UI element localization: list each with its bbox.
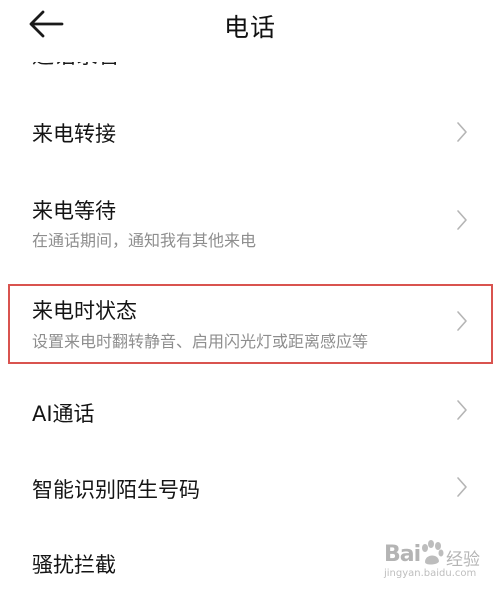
chevron-right-icon (457, 210, 467, 230)
settings-item-ai-call[interactable]: AI通话 (0, 378, 500, 442)
page-title: 电话 (223, 13, 276, 42)
settings-item-call-waiting[interactable]: 来电等待 在通话期间，通知我有其他来电 (0, 180, 500, 264)
watermark-name: 经验 (446, 550, 480, 570)
chevron-right-icon (457, 122, 467, 142)
chevron-right-icon (457, 400, 467, 420)
watermark-brand: Bai (384, 542, 421, 567)
scroll-mask (0, 50, 500, 62)
settings-item-label: AI通话 (32, 402, 95, 426)
settings-item-label: 来电转接 (32, 122, 116, 146)
settings-item-incoming-call-status[interactable]: 来电时状态 设置来电时翻转静音、启用闪光灯或距离感应等 (0, 284, 500, 364)
watermark-url: jingyan.baidu.com (384, 568, 477, 579)
header-bar: 电话 (0, 0, 500, 50)
paw-icon (422, 540, 444, 565)
settings-item-smart-caller-id[interactable]: 智能识别陌生号码 (0, 456, 500, 520)
settings-item-label: 来电时状态 (32, 299, 137, 323)
settings-item-description: 在通话期间，通知我有其他来电 (32, 231, 257, 250)
chevron-right-icon (457, 477, 467, 497)
chevron-right-icon (457, 311, 467, 331)
baidu-watermark: Bai 经验 jingyan.baidu.com (380, 538, 492, 586)
settings-item-label: 骚扰拦截 (32, 553, 116, 577)
settings-item-label: 智能识别陌生号码 (32, 478, 200, 502)
settings-item-call-forwarding[interactable]: 来电转接 (0, 100, 500, 164)
settings-item-description: 设置来电时翻转静音、启用闪光灯或距离感应等 (32, 332, 369, 351)
settings-item-label: 来电等待 (32, 199, 116, 223)
